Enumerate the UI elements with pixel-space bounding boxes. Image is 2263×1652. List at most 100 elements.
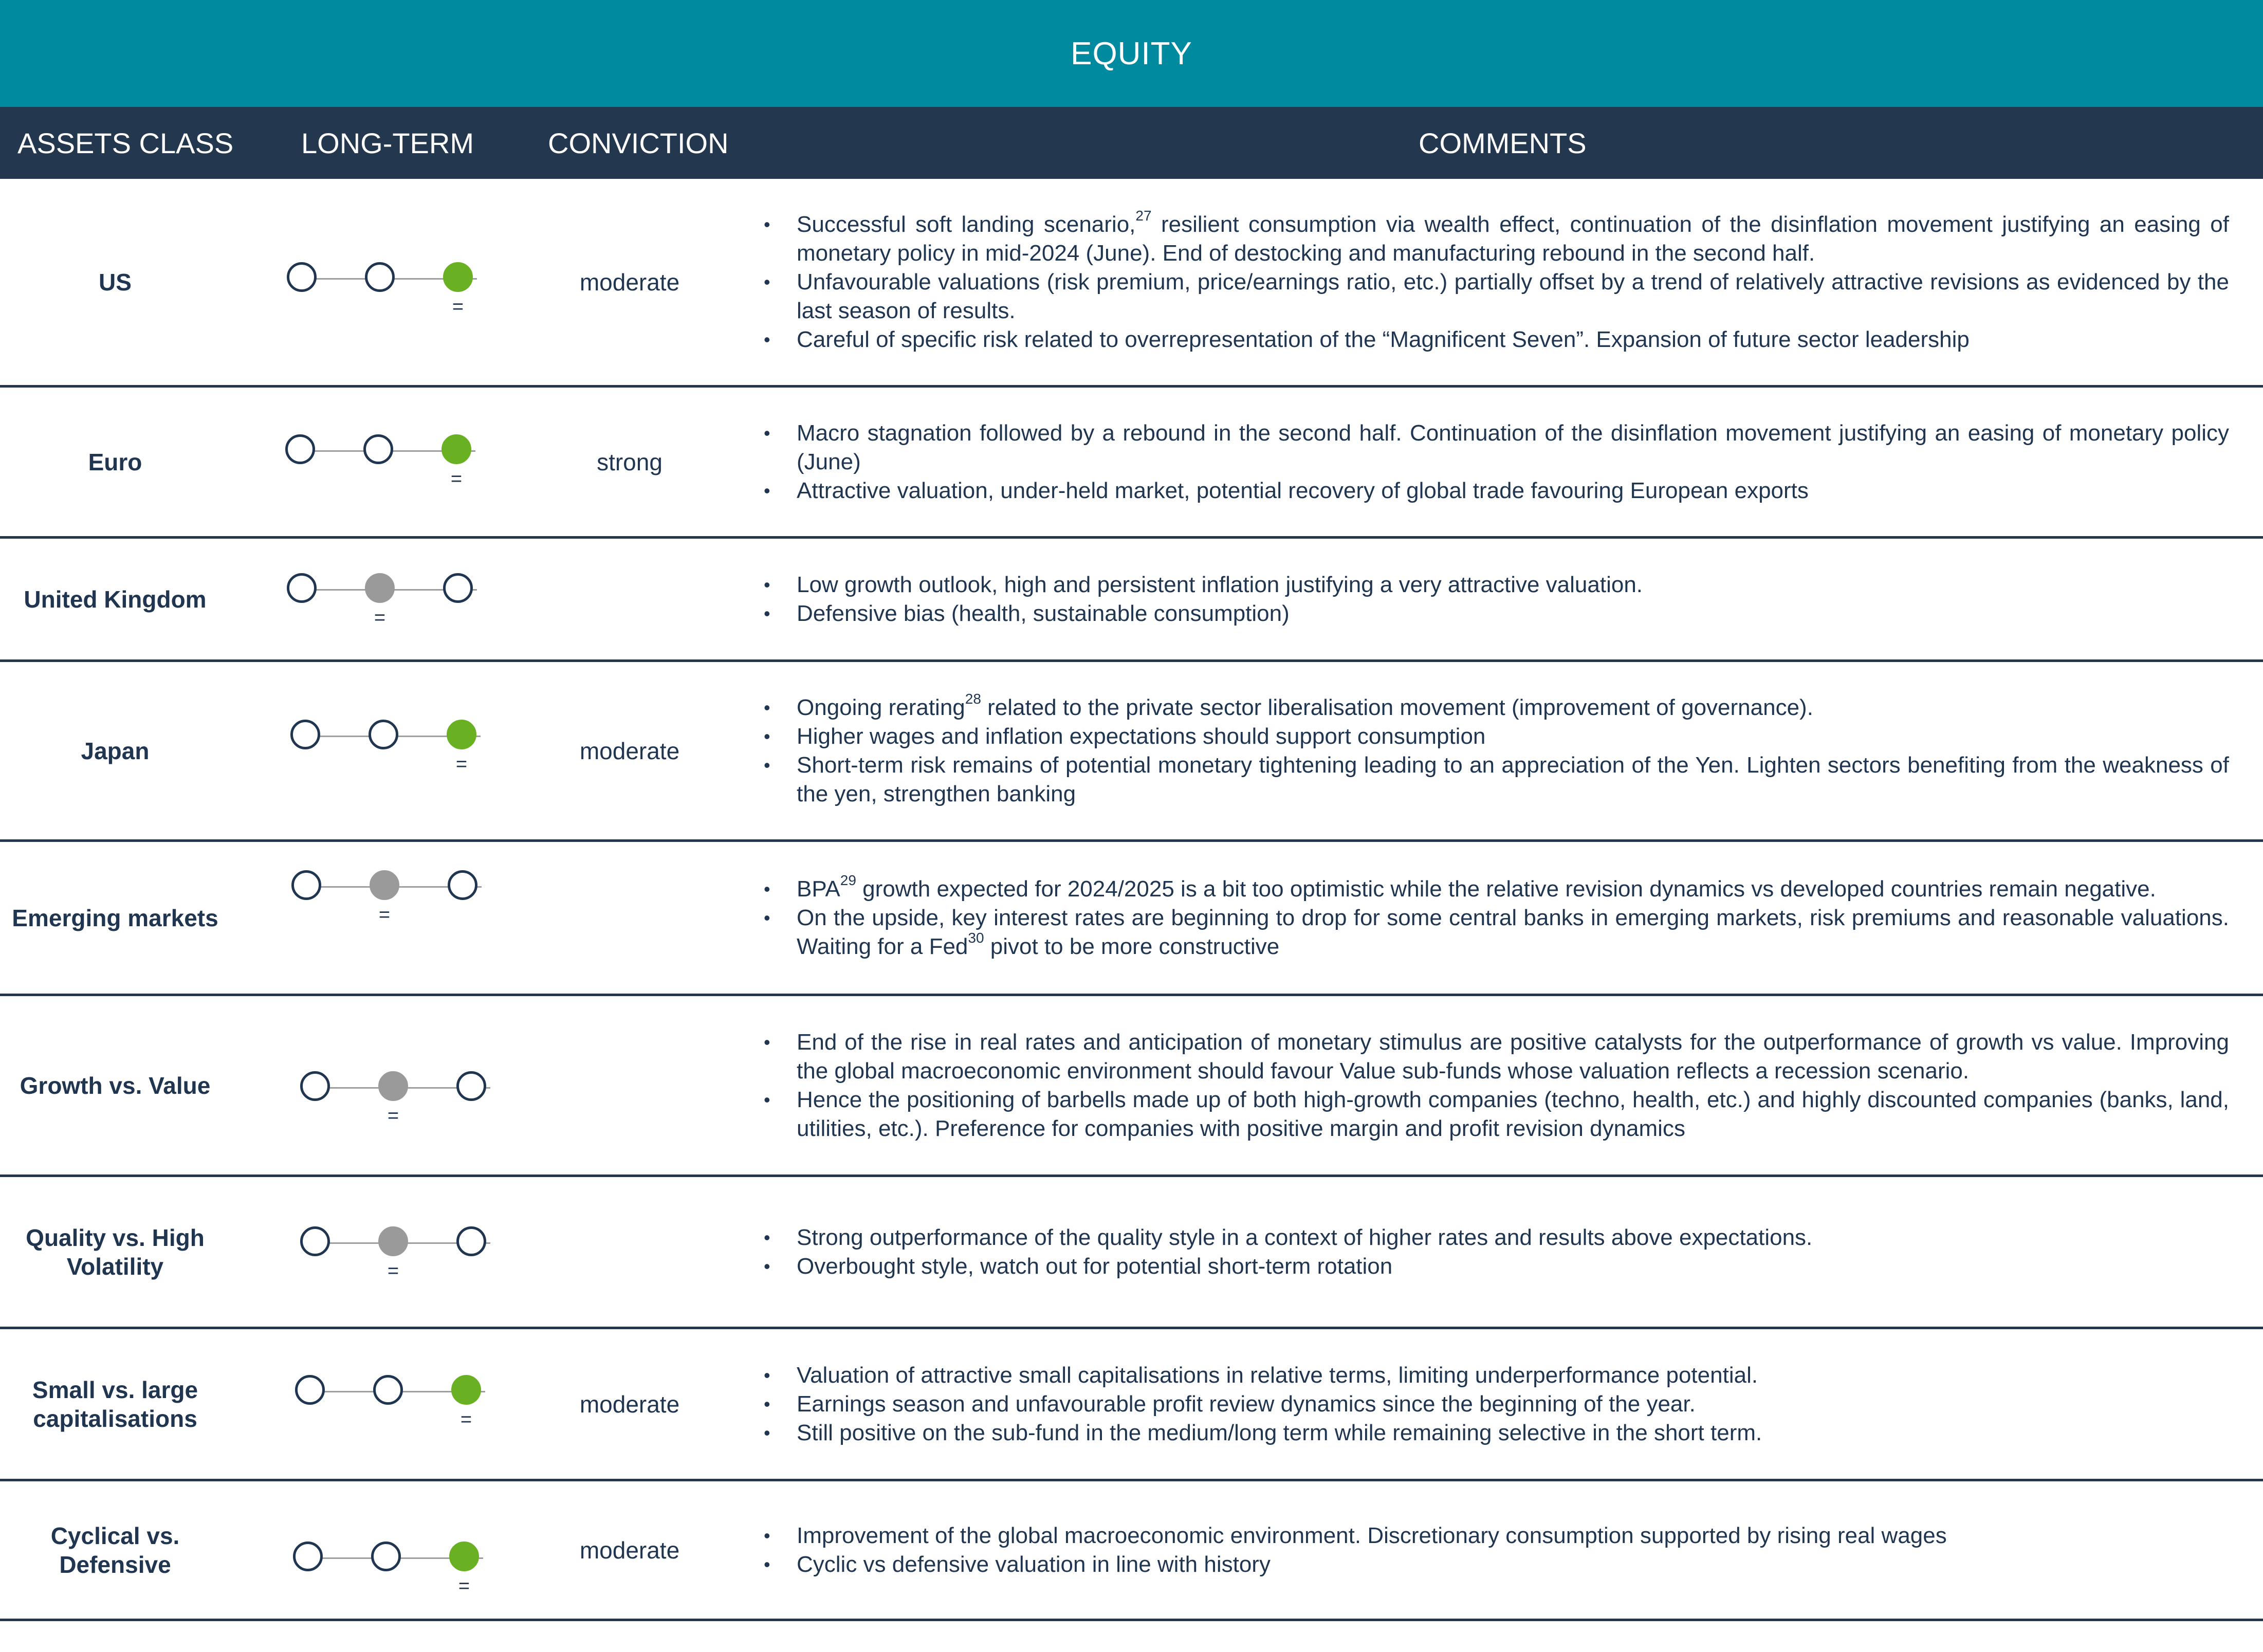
long-term-scale: = — [287, 573, 492, 635]
asset-class-label: Small vs. large capitalisations — [32, 1376, 198, 1432]
comment-text: Attractive valuation, under-held market,… — [797, 478, 1809, 503]
trend-indicator: = — [450, 468, 463, 490]
comment-bullet: Unfavourable valuations (risk premium, p… — [761, 268, 2229, 325]
scale-dot — [290, 720, 320, 749]
comment-bullet: On the upside, key interest rates are be… — [761, 904, 2229, 961]
table-row: US = moderate Successful soft landing scena… — [0, 179, 2263, 388]
scale-dot — [285, 434, 315, 464]
comment-bullet: Careful of specific risk related to over… — [761, 325, 2229, 354]
scale-dot — [373, 1375, 403, 1405]
conviction-value: moderate — [579, 268, 680, 296]
scale-dot — [300, 1226, 330, 1256]
comment-bullet: Defensive bias (health, sustainable cons… — [761, 599, 2229, 628]
scale-dot-selected — [443, 262, 473, 292]
comments-cell: End of the rise in real rates and antici… — [761, 996, 2229, 1174]
footnote-reference: 28 — [965, 690, 981, 707]
long-term-scale: = — [290, 720, 496, 781]
table-row: Small vs. large capitalisations = moderate… — [0, 1329, 2263, 1481]
long-term-scale: = — [291, 870, 497, 932]
asset-class-label: US — [99, 268, 132, 296]
comment-bullet: Overbought style, watch out for potentia… — [761, 1252, 2229, 1281]
conviction-value — [535, 996, 725, 1174]
scale-dot — [287, 573, 317, 603]
column-header-asset-class: ASSETS CLASS — [17, 126, 234, 159]
scale-dot-selected — [449, 1541, 479, 1571]
scale-dot-selected — [378, 1071, 408, 1101]
asset-class-label: Japan — [81, 737, 150, 764]
scale-dot-selected — [441, 434, 471, 464]
comment-bullet: BPA29 growth expected for 2024/2025 is a… — [761, 872, 2229, 903]
scale-dot — [456, 1226, 486, 1256]
comment-text: Macro stagnation followed by a rebound i… — [797, 420, 2229, 474]
table-row: United Kingdom = Low growth outlook, high … — [0, 539, 2263, 662]
comment-bullet: Successful soft landing scenario,27 resi… — [761, 208, 2229, 268]
scale-dot — [295, 1375, 325, 1405]
conviction-value: moderate — [579, 1536, 680, 1564]
scale-dot — [291, 870, 321, 900]
table-row: Growth vs. Value = End of the rise in real… — [0, 996, 2263, 1177]
asset-class-label: Cyclical vs. Defensive — [50, 1522, 180, 1578]
scale-dot — [369, 720, 398, 749]
comment-text-continued: related to the private sector liberalisa… — [981, 694, 1813, 720]
comments-list: Macro stagnation followed by a rebound i… — [761, 419, 2229, 505]
long-term-scale: = — [295, 1375, 501, 1437]
scale-dot — [456, 1071, 486, 1101]
long-term-scale: = — [300, 1071, 506, 1133]
table-header: ASSETS CLASS LONG-TERM CONVICTION COMMEN… — [0, 107, 2263, 179]
table-row: Emerging markets = BPA29 growth expected f… — [0, 842, 2263, 996]
comments-list: Successful soft landing scenario,27 resi… — [761, 208, 2229, 354]
scale-dot-selected — [365, 573, 395, 603]
comment-bullet: Valuation of attractive small capitalisa… — [761, 1361, 2229, 1390]
comments-cell: Strong outperformance of the quality sty… — [761, 1177, 2229, 1327]
table-row: Cyclical vs. Defensive = moderate Improveme… — [0, 1481, 2263, 1621]
comment-bullet: Hence the positioning of barbells made u… — [761, 1086, 2229, 1143]
asset-class-label: Emerging markets — [12, 904, 218, 931]
trend-indicator: = — [387, 1105, 399, 1127]
long-term-scale: = — [300, 1226, 506, 1288]
comment-text: Overbought style, watch out for potentia… — [797, 1253, 1393, 1279]
comments-list: Ongoing rerating28 related to the privat… — [761, 690, 2229, 809]
comments-cell: Low growth outlook, high and persistent … — [761, 539, 2229, 659]
comments-list: Strong outperformance of the quality sty… — [761, 1223, 2229, 1281]
comment-text-continued: growth expected for 2024/2025 is a bit t… — [856, 876, 2156, 902]
column-header-conviction: CONVICTION — [548, 126, 729, 159]
comment-bullet: Higher wages and inflation expectations … — [761, 722, 2229, 751]
comment-text: Hence the positioning of barbells made u… — [797, 1087, 2229, 1141]
trend-indicator: = — [458, 1575, 470, 1597]
asset-class-label: Quality vs. High Volatility — [26, 1224, 205, 1280]
comment-text: Improvement of the global macroeconomic … — [797, 1522, 1947, 1548]
column-header-long-term: LONG-TERM — [301, 126, 474, 159]
comment-text: Still positive on the sub-fund in the me… — [797, 1420, 1762, 1445]
comment-bullet: Ongoing rerating28 related to the privat… — [761, 690, 2229, 722]
scale-dot-selected — [447, 720, 476, 749]
comment-text: Unfavourable valuations (risk premium, p… — [797, 269, 2229, 323]
asset-class-label: Euro — [88, 448, 142, 475]
comment-text: Careful of specific risk related to over… — [797, 326, 1970, 352]
conviction-value — [535, 539, 725, 659]
conviction-value: strong — [597, 448, 663, 475]
comments-list: Low growth outlook, high and persistent … — [761, 571, 2229, 628]
column-header-comments: COMMENTS — [1419, 126, 1587, 159]
comment-bullet: Attractive valuation, under-held market,… — [761, 476, 2229, 505]
comment-bullet: Still positive on the sub-fund in the me… — [761, 1419, 2229, 1447]
page-title: EQUITY — [1071, 35, 1192, 71]
trend-indicator: = — [387, 1260, 399, 1282]
conviction-value — [535, 1177, 725, 1327]
comment-text: BPA — [797, 876, 840, 902]
comment-text: Defensive bias (health, sustainable cons… — [797, 600, 1290, 626]
comment-text: Higher wages and inflation expectations … — [797, 723, 1486, 749]
trend-indicator: = — [460, 1409, 472, 1430]
comments-cell: Macro stagnation followed by a rebound i… — [761, 388, 2229, 536]
comment-text: Low growth outlook, high and persistent … — [797, 572, 1643, 597]
comment-bullet: Cyclic vs defensive valuation in line wi… — [761, 1550, 2229, 1579]
comments-list: Valuation of attractive small capitalisa… — [761, 1361, 2229, 1447]
comment-bullet: End of the rise in real rates and antici… — [761, 1028, 2229, 1086]
footnote-reference: 30 — [968, 929, 984, 946]
scale-dot — [371, 1541, 401, 1571]
scale-dot — [293, 1541, 323, 1571]
trend-indicator: = — [374, 607, 386, 629]
comment-bullet: Macro stagnation followed by a rebound i… — [761, 419, 2229, 476]
scale-dot-selected — [370, 870, 399, 900]
footnote-reference: 29 — [840, 872, 856, 888]
equity-banner: EQUITY — [0, 0, 2263, 107]
